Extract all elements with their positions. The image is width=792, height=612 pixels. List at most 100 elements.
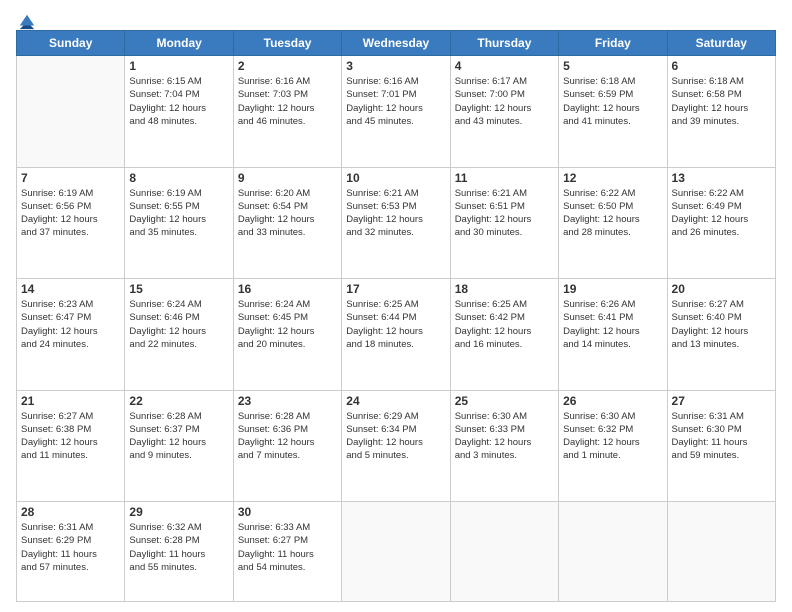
weekday-header-tuesday: Tuesday (233, 31, 341, 56)
day-number: 7 (21, 171, 120, 185)
logo-icon (18, 12, 36, 30)
day-info: Sunrise: 6:22 AMSunset: 6:50 PMDaylight:… (563, 187, 662, 240)
day-number: 4 (455, 59, 554, 73)
week-row-2: 7 Sunrise: 6:19 AMSunset: 6:56 PMDaylight… (17, 167, 776, 279)
day-info: Sunrise: 6:31 AMSunset: 6:30 PMDaylight:… (672, 410, 771, 463)
calendar-cell: 13 Sunrise: 6:22 AMSunset: 6:49 PMDayligh… (667, 167, 775, 279)
page: SundayMondayTuesdayWednesdayThursdayFrid… (0, 0, 792, 612)
calendar-cell: 25Sunrise: 6:30 AMSunset: 6:33 PMDayligh… (450, 390, 558, 502)
calendar-cell: 21Sunrise: 6:27 AMSunset: 6:38 PMDayligh… (17, 390, 125, 502)
day-number: 19 (563, 282, 662, 296)
day-number: 18 (455, 282, 554, 296)
day-info: Sunrise: 6:31 AMSunset: 6:29 PMDaylight:… (21, 521, 120, 574)
calendar-cell: 12 Sunrise: 6:22 AMSunset: 6:50 PMDayligh… (559, 167, 667, 279)
day-info: Sunrise: 6:16 AMSunset: 7:03 PMDaylight:… (238, 75, 337, 128)
calendar-cell: 5 Sunrise: 6:18 AMSunset: 6:59 PMDaylight… (559, 56, 667, 168)
calendar-cell: 26 Sunrise: 6:30 AMSunset: 6:32 PMDayligh… (559, 390, 667, 502)
day-info: Sunrise: 6:28 AMSunset: 6:36 PMDaylight:… (238, 410, 337, 463)
weekday-header-sunday: Sunday (17, 31, 125, 56)
day-info: Sunrise: 6:19 AMSunset: 6:55 PMDaylight:… (129, 187, 228, 240)
calendar-cell: 30 Sunrise: 6:33 AMSunset: 6:27 PMDayligh… (233, 502, 341, 602)
calendar-cell: 29 Sunrise: 6:32 AMSunset: 6:28 PMDayligh… (125, 502, 233, 602)
day-number: 3 (346, 59, 445, 73)
day-info: Sunrise: 6:24 AMSunset: 6:46 PMDaylight:… (129, 298, 228, 351)
week-row-5: 28 Sunrise: 6:31 AMSunset: 6:29 PMDayligh… (17, 502, 776, 602)
day-info: Sunrise: 6:24 AMSunset: 6:45 PMDaylight:… (238, 298, 337, 351)
day-info: Sunrise: 6:25 AMSunset: 6:42 PMDaylight:… (455, 298, 554, 351)
calendar-cell: 16Sunrise: 6:24 AMSunset: 6:45 PMDayligh… (233, 279, 341, 391)
day-number: 6 (672, 59, 771, 73)
day-number: 9 (238, 171, 337, 185)
day-number: 24 (346, 394, 445, 408)
weekday-header-wednesday: Wednesday (342, 31, 450, 56)
day-number: 27 (672, 394, 771, 408)
day-number: 2 (238, 59, 337, 73)
day-info: Sunrise: 6:29 AMSunset: 6:34 PMDaylight:… (346, 410, 445, 463)
day-info: Sunrise: 6:33 AMSunset: 6:27 PMDaylight:… (238, 521, 337, 574)
calendar-cell: 24 Sunrise: 6:29 AMSunset: 6:34 PMDayligh… (342, 390, 450, 502)
day-info: Sunrise: 6:16 AMSunset: 7:01 PMDaylight:… (346, 75, 445, 128)
weekday-header-saturday: Saturday (667, 31, 775, 56)
weekday-header-row: SundayMondayTuesdayWednesdayThursdayFrid… (17, 31, 776, 56)
calendar-cell (559, 502, 667, 602)
week-row-4: 21Sunrise: 6:27 AMSunset: 6:38 PMDayligh… (17, 390, 776, 502)
day-info: Sunrise: 6:22 AMSunset: 6:49 PMDaylight:… (672, 187, 771, 240)
calendar-cell (342, 502, 450, 602)
calendar-cell (17, 56, 125, 168)
day-info: Sunrise: 6:19 AMSunset: 6:56 PMDaylight:… (21, 187, 120, 240)
day-number: 29 (129, 505, 228, 519)
calendar-cell: 8Sunrise: 6:19 AMSunset: 6:55 PMDaylight… (125, 167, 233, 279)
day-number: 5 (563, 59, 662, 73)
calendar-table: SundayMondayTuesdayWednesdayThursdayFrid… (16, 30, 776, 602)
calendar-cell: 2 Sunrise: 6:16 AMSunset: 7:03 PMDaylight… (233, 56, 341, 168)
calendar-cell: 1 Sunrise: 6:15 AMSunset: 7:04 PMDaylight… (125, 56, 233, 168)
calendar-cell (667, 502, 775, 602)
calendar-cell (450, 502, 558, 602)
day-number: 15 (129, 282, 228, 296)
calendar-cell: 19 Sunrise: 6:26 AMSunset: 6:41 PMDayligh… (559, 279, 667, 391)
day-info: Sunrise: 6:15 AMSunset: 7:04 PMDaylight:… (129, 75, 228, 128)
calendar-cell: 18 Sunrise: 6:25 AMSunset: 6:42 PMDayligh… (450, 279, 558, 391)
week-row-1: 1 Sunrise: 6:15 AMSunset: 7:04 PMDaylight… (17, 56, 776, 168)
calendar-cell: 28 Sunrise: 6:31 AMSunset: 6:29 PMDayligh… (17, 502, 125, 602)
day-info: Sunrise: 6:28 AMSunset: 6:37 PMDaylight:… (129, 410, 228, 463)
day-info: Sunrise: 6:18 AMSunset: 6:58 PMDaylight:… (672, 75, 771, 128)
day-number: 14 (21, 282, 120, 296)
day-number: 11 (455, 171, 554, 185)
day-number: 23 (238, 394, 337, 408)
day-number: 26 (563, 394, 662, 408)
day-info: Sunrise: 6:18 AMSunset: 6:59 PMDaylight:… (563, 75, 662, 128)
day-number: 22 (129, 394, 228, 408)
day-info: Sunrise: 6:23 AMSunset: 6:47 PMDaylight:… (21, 298, 120, 351)
day-info: Sunrise: 6:27 AMSunset: 6:40 PMDaylight:… (672, 298, 771, 351)
day-number: 12 (563, 171, 662, 185)
day-info: Sunrise: 6:32 AMSunset: 6:28 PMDaylight:… (129, 521, 228, 574)
day-number: 17 (346, 282, 445, 296)
week-row-3: 14 Sunrise: 6:23 AMSunset: 6:47 PMDayligh… (17, 279, 776, 391)
day-number: 28 (21, 505, 120, 519)
calendar-cell: 22 Sunrise: 6:28 AMSunset: 6:37 PMDayligh… (125, 390, 233, 502)
day-info: Sunrise: 6:26 AMSunset: 6:41 PMDaylight:… (563, 298, 662, 351)
day-number: 10 (346, 171, 445, 185)
weekday-header-monday: Monday (125, 31, 233, 56)
weekday-header-friday: Friday (559, 31, 667, 56)
day-number: 1 (129, 59, 228, 73)
day-info: Sunrise: 6:20 AMSunset: 6:54 PMDaylight:… (238, 187, 337, 240)
day-number: 20 (672, 282, 771, 296)
calendar-cell: 20 Sunrise: 6:27 AMSunset: 6:40 PMDayligh… (667, 279, 775, 391)
calendar-cell: 27 Sunrise: 6:31 AMSunset: 6:30 PMDayligh… (667, 390, 775, 502)
calendar-cell: 6 Sunrise: 6:18 AMSunset: 6:58 PMDaylight… (667, 56, 775, 168)
day-info: Sunrise: 6:21 AMSunset: 6:53 PMDaylight:… (346, 187, 445, 240)
header (16, 12, 776, 24)
day-number: 13 (672, 171, 771, 185)
day-info: Sunrise: 6:25 AMSunset: 6:44 PMDaylight:… (346, 298, 445, 351)
day-number: 30 (238, 505, 337, 519)
calendar-cell: 14 Sunrise: 6:23 AMSunset: 6:47 PMDayligh… (17, 279, 125, 391)
calendar-cell: 3 Sunrise: 6:16 AMSunset: 7:01 PMDaylight… (342, 56, 450, 168)
day-info: Sunrise: 6:27 AMSunset: 6:38 PMDaylight:… (21, 410, 120, 463)
day-info: Sunrise: 6:17 AMSunset: 7:00 PMDaylight:… (455, 75, 554, 128)
calendar-cell: 15 Sunrise: 6:24 AMSunset: 6:46 PMDayligh… (125, 279, 233, 391)
day-info: Sunrise: 6:30 AMSunset: 6:32 PMDaylight:… (563, 410, 662, 463)
calendar-cell: 7 Sunrise: 6:19 AMSunset: 6:56 PMDaylight… (17, 167, 125, 279)
calendar-cell: 17 Sunrise: 6:25 AMSunset: 6:44 PMDayligh… (342, 279, 450, 391)
